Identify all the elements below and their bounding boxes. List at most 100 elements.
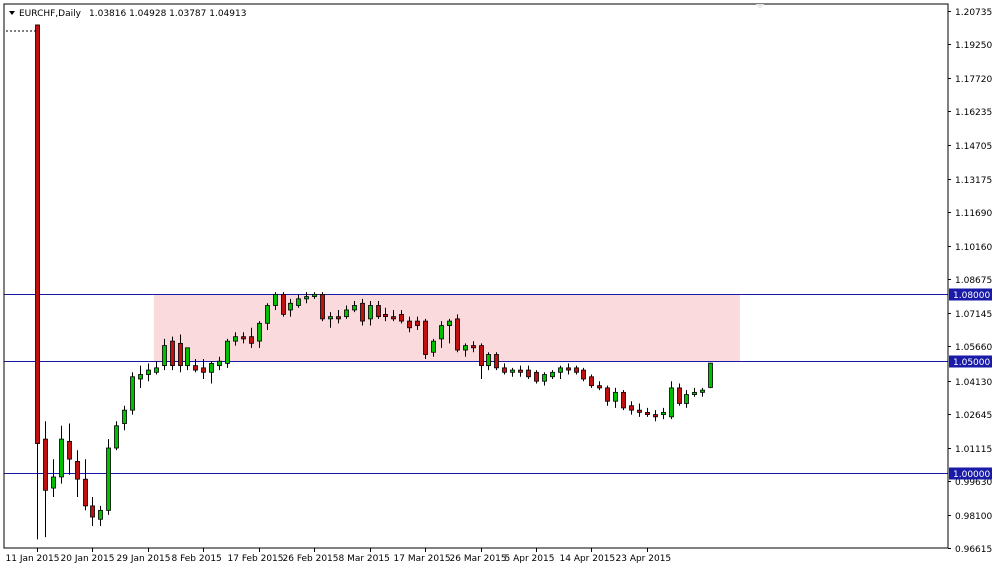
candle-body	[447, 320, 452, 326]
candle-body	[621, 391, 626, 409]
candle-body	[344, 309, 349, 318]
candle-body	[526, 369, 531, 378]
candle[interactable]	[534, 370, 539, 384]
candle-body	[67, 440, 72, 460]
candle-body	[708, 362, 713, 388]
candle-body	[566, 367, 571, 371]
candle-body	[574, 367, 579, 373]
candle-body	[193, 365, 198, 371]
price-tick-label: 1.19250	[955, 41, 992, 51]
candle-body	[502, 367, 507, 373]
candle-body	[233, 336, 238, 342]
price-tick-label: 1.07145	[955, 310, 992, 320]
candle-body	[550, 371, 555, 378]
candle-body	[368, 305, 373, 320]
candle-body	[185, 347, 190, 367]
candle-body	[407, 320, 412, 329]
candle-body	[122, 409, 127, 424]
ohlc-values: 1.03816 1.04928 1.03787 1.04913	[89, 9, 246, 19]
price-tick-label: 1.05660	[955, 343, 992, 353]
candle-body	[581, 369, 586, 380]
candle[interactable]	[106, 439, 111, 515]
candle-body	[558, 367, 563, 373]
time-tick-label: 14 Apr 2015	[560, 554, 616, 564]
candle-body	[114, 425, 119, 449]
chart-background	[0, 0, 994, 568]
candle-body	[90, 505, 95, 518]
candle-body	[106, 447, 111, 511]
candle-body	[249, 336, 254, 344]
time-tick-label: 17 Feb 2015	[228, 554, 284, 564]
time-tick-label: 17 Mar 2015	[394, 554, 451, 564]
candle-body	[265, 305, 270, 324]
candle-body	[328, 316, 333, 320]
candle[interactable]	[581, 367, 586, 382]
candle-body	[471, 345, 476, 349]
candle[interactable]	[320, 292, 325, 322]
candle-body	[391, 316, 396, 320]
candle[interactable]	[708, 362, 713, 389]
candle-body	[383, 314, 388, 318]
time-tick-label: 26 Feb 2015	[283, 554, 339, 564]
candle-body	[225, 340, 230, 364]
candle-body	[415, 320, 420, 326]
candle-body	[130, 376, 135, 411]
candlestick-chart[interactable]: 1.20735 1.19250 1.17720 1.16235 1.14705 1.131…	[0, 0, 994, 568]
candle[interactable]	[455, 314, 460, 353]
candle[interactable]	[130, 372, 135, 415]
candle-body	[692, 391, 697, 395]
candle-body	[209, 363, 214, 373]
candle-body	[677, 387, 682, 404]
candle[interactable]	[225, 338, 230, 368]
candle-body	[542, 374, 547, 382]
candle-body	[661, 411, 666, 416]
candle-body	[645, 411, 650, 416]
candle-body	[597, 385, 602, 389]
price-tick-label: 0.96615	[955, 545, 992, 555]
candle-body	[589, 376, 594, 387]
candle-body	[146, 369, 151, 375]
candle-body	[288, 302, 293, 311]
candle-body	[162, 345, 167, 367]
price-tick-label: 0.98100	[955, 512, 992, 522]
candle-body	[684, 394, 689, 404]
candle-body	[605, 387, 610, 402]
candle-body	[637, 409, 642, 413]
candle-body	[281, 293, 286, 315]
candle-body	[241, 336, 246, 340]
candle[interactable]	[423, 318, 428, 359]
candle-body	[201, 367, 206, 373]
candle-body	[296, 298, 301, 306]
price-tick-label: 1.04130	[955, 378, 992, 388]
candle-body	[423, 320, 428, 355]
candle-body	[439, 325, 444, 340]
candle[interactable]	[114, 421, 119, 451]
price-tick-label: 1.13175	[955, 176, 992, 186]
candle-body	[75, 460, 80, 480]
candle-body	[669, 387, 674, 418]
candle[interactable]	[494, 352, 499, 371]
price-tick-label: 1.17720	[955, 75, 992, 85]
candle[interactable]	[589, 374, 594, 388]
candle-body	[700, 389, 705, 393]
candle-body	[510, 369, 515, 373]
candle[interactable]	[621, 390, 626, 411]
level-tag-label: 1.05000	[953, 358, 990, 368]
candle-body	[273, 293, 278, 306]
candle[interactable]	[170, 336, 175, 371]
candle-body	[312, 293, 317, 297]
candle-body	[629, 405, 634, 411]
candle[interactable]	[281, 292, 286, 317]
zone-layer	[153, 294, 740, 362]
level-tag-label: 1.08000	[953, 291, 990, 301]
candle-body	[352, 305, 357, 311]
consolidation-zone	[153, 294, 740, 362]
price-tick-label: 1.14705	[955, 142, 992, 152]
candle-body	[534, 371, 539, 382]
candle-body	[360, 302, 365, 322]
candle-body	[178, 342, 183, 367]
price-tick-label: 1.16235	[955, 108, 992, 118]
chart-root: 1.20735 1.19250 1.17720 1.16235 1.14705 1.131…	[0, 0, 994, 568]
time-tick-label: 20 Jan 2015	[61, 554, 115, 564]
time-tick-label: 8 Mar 2015	[339, 554, 390, 564]
